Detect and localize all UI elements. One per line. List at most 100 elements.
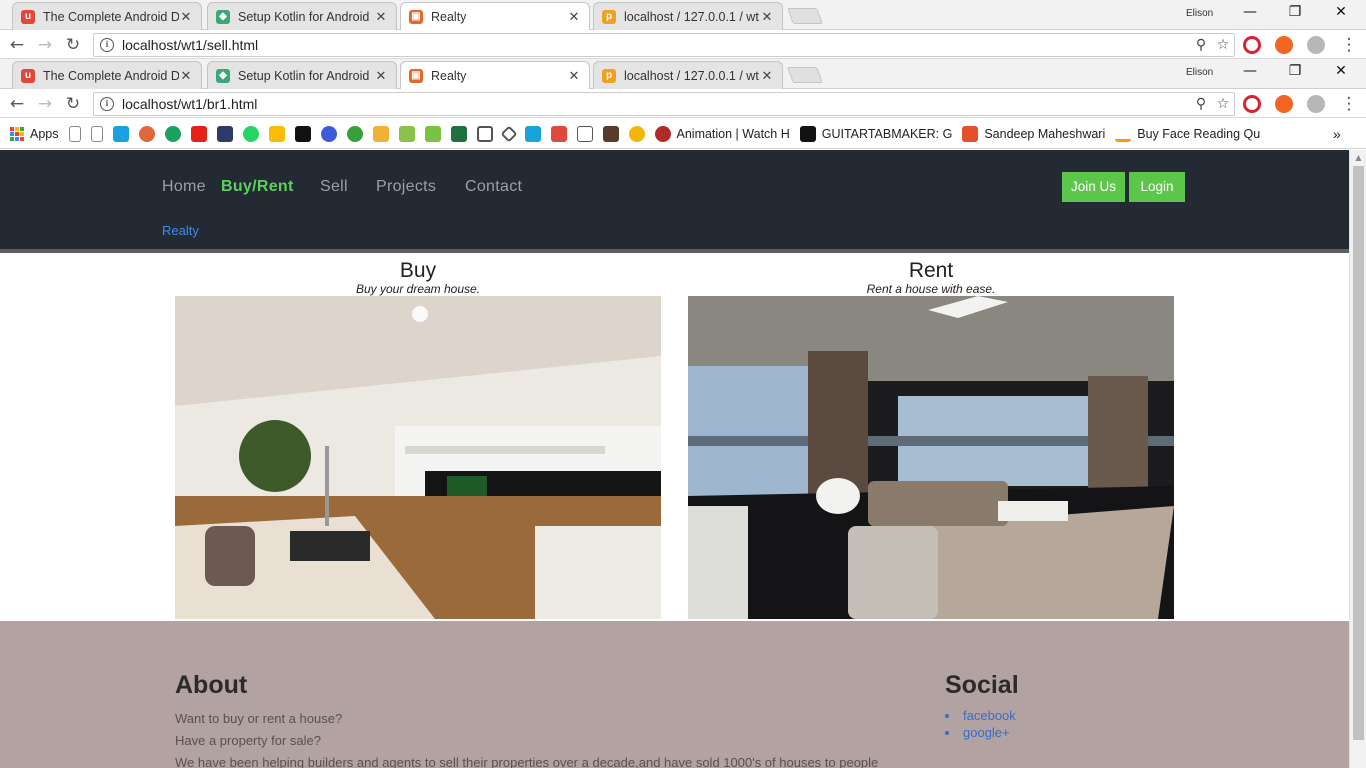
minimize-icon[interactable]: — (1238, 4, 1262, 24)
zoom-icon[interactable]: ⚲ (1190, 96, 1212, 112)
bookmark-face-reading[interactable]: Buy Face Reading Qu (1115, 125, 1260, 142)
forward-arrow-icon[interactable]: → (34, 34, 56, 56)
close-icon[interactable]: ✕ (374, 68, 388, 84)
star-icon[interactable]: ☆ (1212, 96, 1234, 112)
buy-image[interactable] (175, 296, 661, 619)
tab-android-course[interactable]: u The Complete Android D ✕ (12, 2, 202, 30)
close-icon[interactable]: ✕ (374, 9, 388, 25)
nav-home[interactable]: Home (162, 178, 206, 196)
scroll-up-icon[interactable]: ▲ (1350, 151, 1366, 165)
bookmark-icon[interactable] (320, 125, 337, 142)
login-button[interactable]: Login (1129, 172, 1185, 202)
forward-arrow-icon[interactable]: → (34, 93, 56, 115)
tab-phpmyadmin[interactable]: p localhost / 127.0.0.1 / wt ✕ (593, 61, 783, 89)
reload-icon[interactable]: ↻ (62, 93, 84, 115)
google-drive-icon[interactable] (268, 125, 285, 142)
tab-realty[interactable]: ▣ Realty ✕ (400, 61, 590, 89)
new-tab-button[interactable] (787, 8, 823, 24)
opera-icon[interactable] (1243, 36, 1261, 54)
udemy-icon[interactable] (550, 125, 567, 142)
codepen-icon[interactable] (476, 125, 493, 142)
rent-image[interactable] (688, 296, 1174, 619)
bookmark-icon[interactable] (500, 125, 517, 142)
bookmark-icon[interactable] (628, 125, 645, 142)
bookmarks-overflow-button[interactable]: » (1333, 126, 1341, 142)
bookmark-icon[interactable] (138, 125, 155, 142)
close-icon[interactable]: ✕ (567, 9, 581, 25)
close-icon[interactable]: ✕ (760, 68, 774, 84)
close-icon[interactable]: ✕ (179, 9, 193, 25)
bookmark-apps[interactable]: Apps (10, 126, 59, 141)
back-arrow-icon[interactable]: ← (6, 34, 28, 56)
bookmark-animation[interactable]: Animation | Watch H (654, 125, 790, 142)
bookmark-guitartabmaker[interactable]: GUITARTABMAKER: G (799, 125, 952, 142)
nav-buy-rent[interactable]: Buy/Rent (221, 178, 294, 196)
restore-icon[interactable]: ❐ (1283, 4, 1307, 24)
bookmark-icon[interactable] (346, 125, 363, 142)
menu-icon[interactable]: ⋮ (1338, 93, 1360, 115)
page-scrollbar[interactable]: ▲ (1349, 150, 1366, 768)
tab-phpmyadmin[interactable]: p localhost / 127.0.0.1 / wt ✕ (593, 2, 783, 30)
whatsapp-icon[interactable] (242, 125, 259, 142)
udemy-icon: u (21, 9, 35, 24)
star-icon[interactable]: ☆ (1212, 37, 1234, 53)
brand-link[interactable]: Realty (162, 223, 199, 238)
reload-icon[interactable]: ↻ (62, 34, 84, 56)
close-icon[interactable]: ✕ (567, 68, 581, 84)
google-plus-link[interactable]: google+ (945, 725, 1016, 740)
bookmark-icon[interactable] (112, 125, 129, 142)
close-icon[interactable]: ✕ (760, 9, 774, 25)
bookmark-icon[interactable] (294, 125, 311, 142)
url-text[interactable]: localhost/wt1/br1.html (122, 96, 1190, 112)
bookmark-icon[interactable] (424, 125, 441, 142)
bookmark-icon[interactable] (450, 125, 467, 142)
bookmark-sandeep-maheshwari[interactable]: Sandeep Maheshwari (962, 125, 1105, 142)
profile-name[interactable]: Elison (1186, 8, 1213, 19)
bookmark-icon[interactable] (602, 125, 619, 142)
nav-sell[interactable]: Sell (320, 178, 348, 196)
address-bar[interactable]: i localhost/wt1/sell.html ⚲ ☆ (93, 33, 1235, 57)
youtube-icon[interactable] (190, 125, 207, 142)
page-icon[interactable] (68, 125, 81, 142)
zoom-icon[interactable]: ⚲ (1190, 37, 1212, 53)
tab-kotlin-setup[interactable]: ◆ Setup Kotlin for Android ✕ (207, 2, 397, 30)
page-icon[interactable] (90, 125, 103, 142)
bookmark-icon[interactable] (576, 125, 593, 142)
address-bar[interactable]: i localhost/wt1/br1.html ⚲ ☆ (93, 92, 1235, 116)
tab-strip-back: u The Complete Android D ✕ ◆ Setup Kotli… (0, 0, 1366, 30)
fire-extension-icon[interactable] (1275, 95, 1293, 113)
minimize-icon[interactable]: — (1238, 63, 1262, 83)
bookmark-icon[interactable] (164, 125, 181, 142)
opera-icon[interactable] (1243, 95, 1261, 113)
new-tab-button[interactable] (787, 67, 823, 83)
tab-android-course[interactable]: u The Complete Android D ✕ (12, 61, 202, 89)
menu-icon[interactable]: ⋮ (1338, 34, 1360, 56)
extension-icon[interactable] (1307, 95, 1325, 113)
facebook-link[interactable]: facebook (945, 708, 1016, 723)
bookmark-icon[interactable] (216, 125, 233, 142)
fire-extension-icon[interactable] (1275, 36, 1293, 54)
url-text[interactable]: localhost/wt1/sell.html (122, 37, 1190, 53)
tab-realty[interactable]: ▣ Realty ✕ (400, 2, 590, 30)
nav-projects[interactable]: Projects (376, 178, 436, 196)
close-window-icon[interactable]: ✕ (1329, 4, 1353, 24)
tab-title: Setup Kotlin for Android (238, 9, 370, 24)
nav-contact[interactable]: Contact (465, 178, 522, 196)
bookmark-icon[interactable] (372, 125, 389, 142)
info-icon[interactable]: i (100, 38, 114, 52)
extension-icon[interactable] (1307, 36, 1325, 54)
info-icon[interactable]: i (100, 97, 114, 111)
scrollbar-thumb[interactable] (1353, 166, 1364, 740)
back-arrow-icon[interactable]: ← (6, 93, 28, 115)
tab-title: Setup Kotlin for Android (238, 68, 370, 83)
close-icon[interactable]: ✕ (179, 68, 193, 84)
profile-name[interactable]: Elison (1186, 67, 1213, 78)
close-window-icon[interactable]: ✕ (1329, 63, 1353, 83)
android-icon[interactable] (398, 125, 415, 142)
social-heading: Social (945, 671, 1019, 699)
bookmark-icon[interactable] (524, 125, 541, 142)
join-us-button[interactable]: Join Us (1062, 172, 1125, 202)
tab-kotlin-setup[interactable]: ◆ Setup Kotlin for Android ✕ (207, 61, 397, 89)
bookmark-icon (962, 125, 979, 142)
restore-icon[interactable]: ❐ (1283, 63, 1307, 83)
